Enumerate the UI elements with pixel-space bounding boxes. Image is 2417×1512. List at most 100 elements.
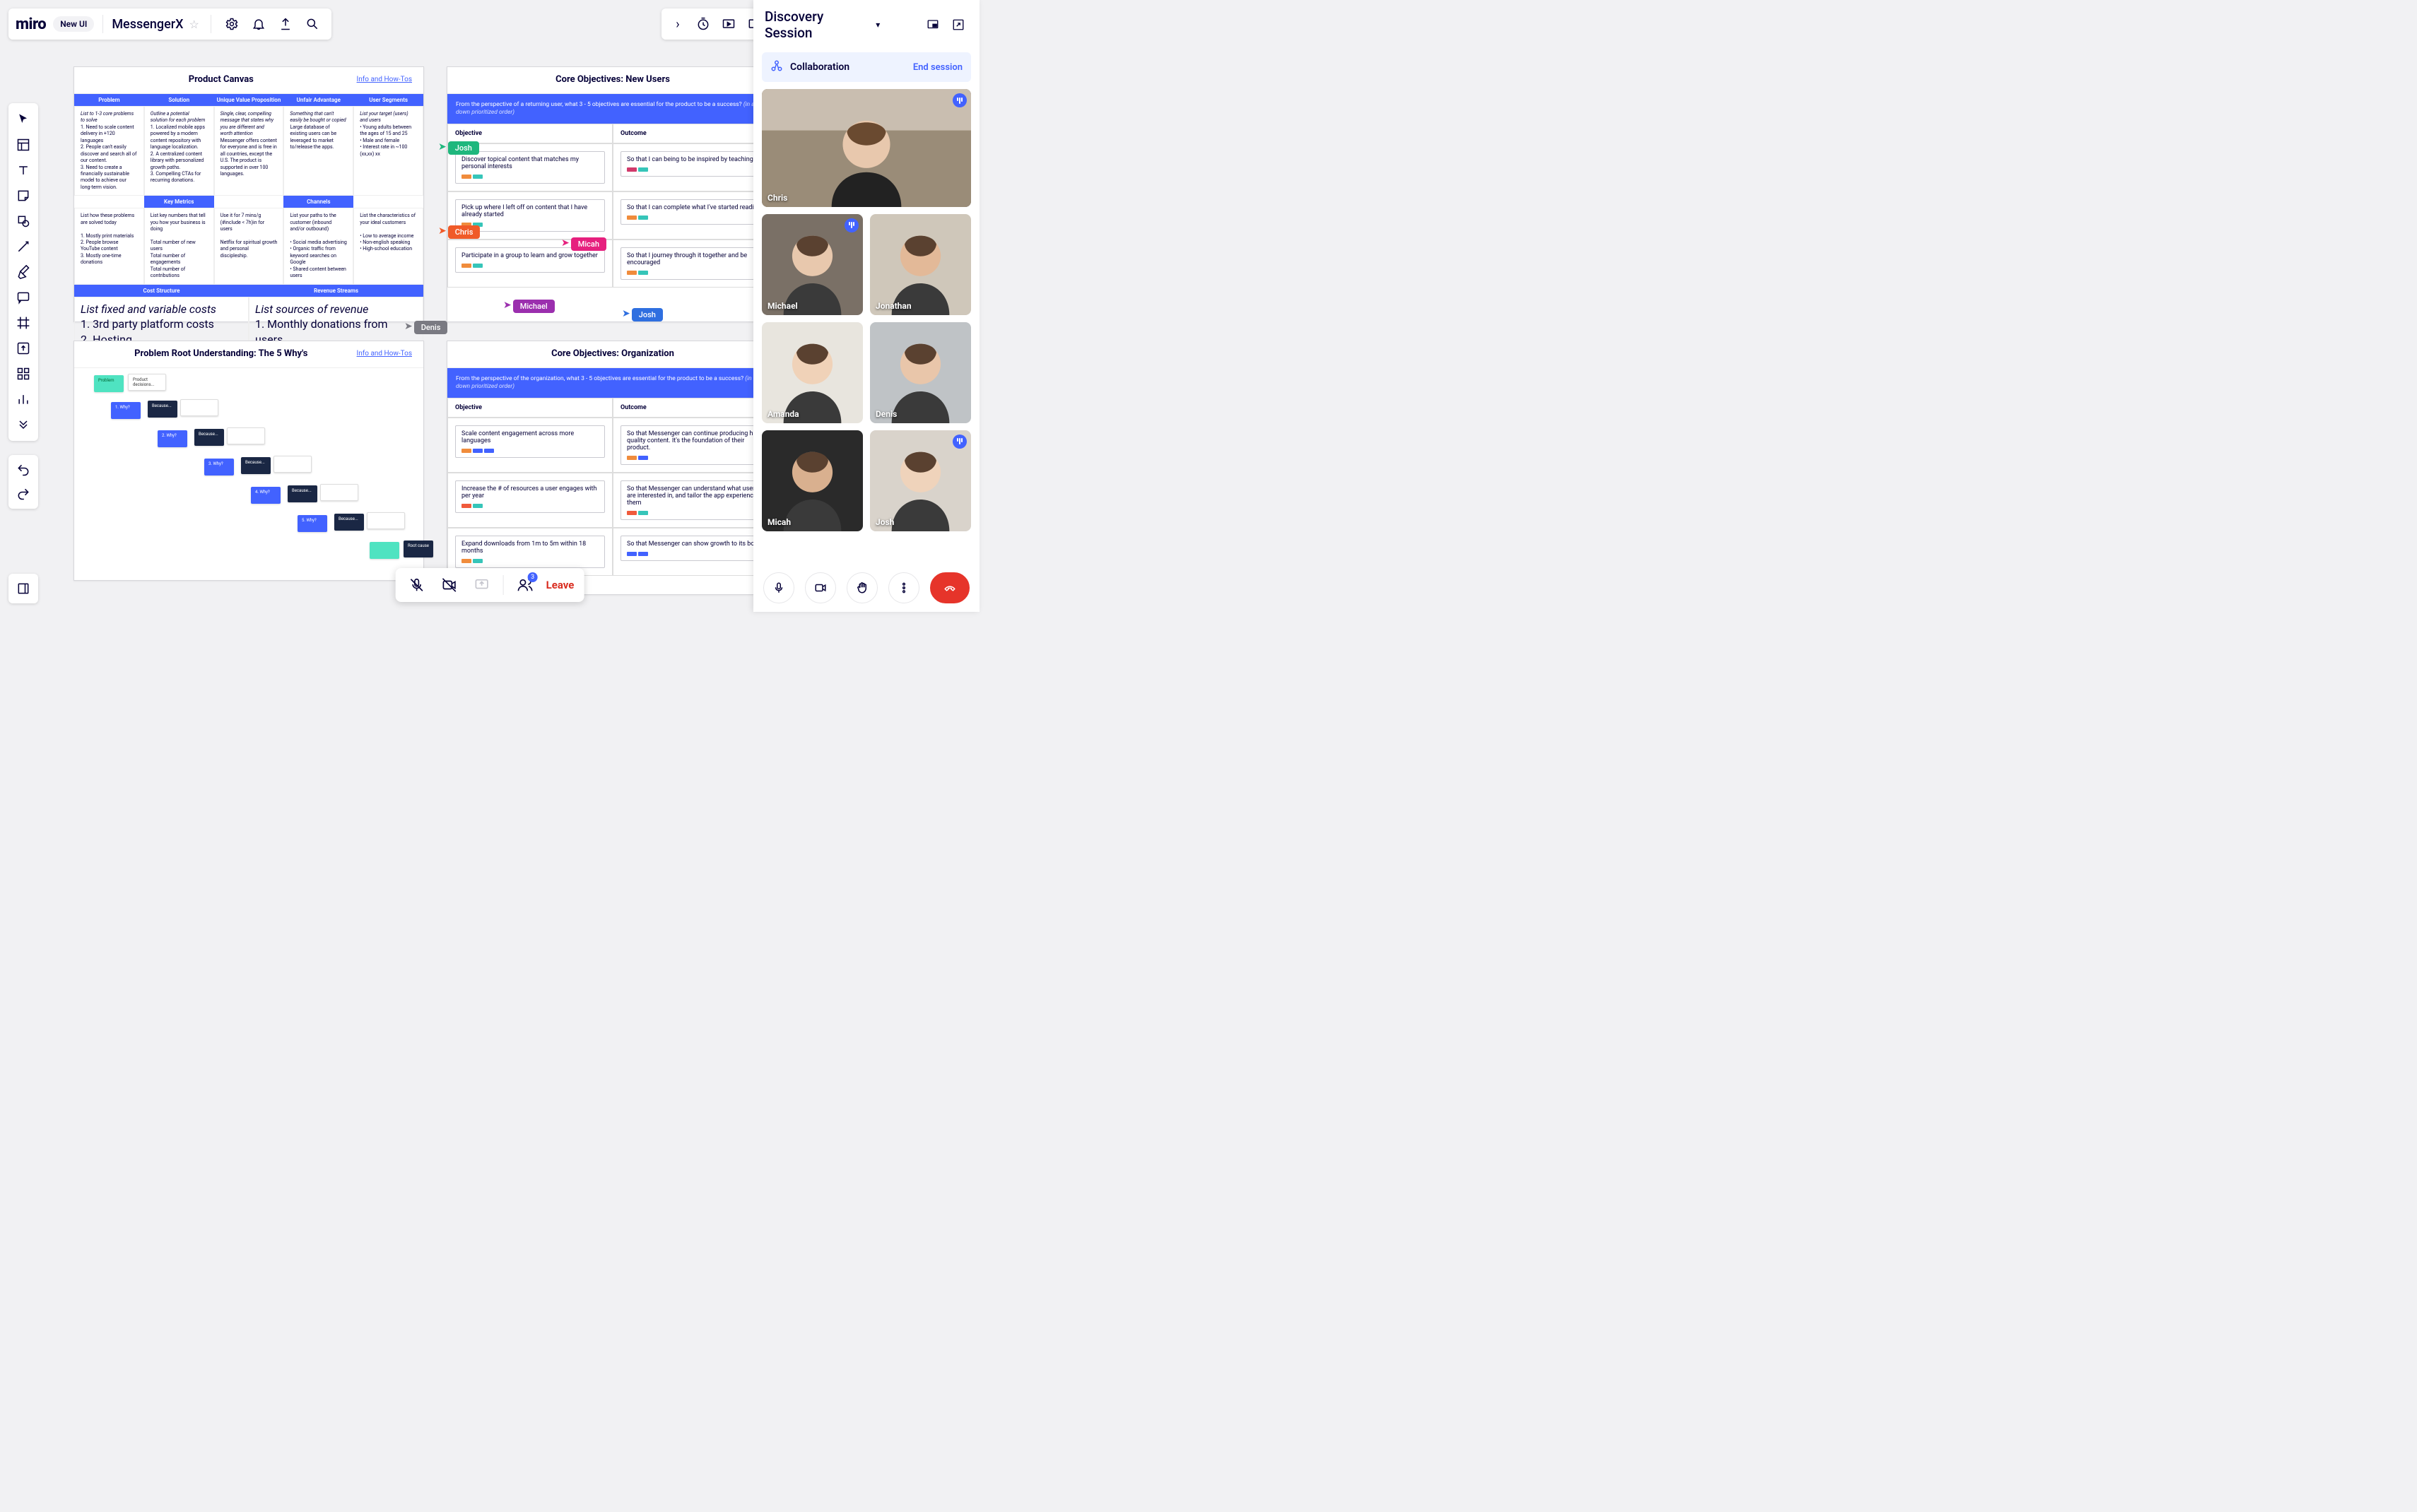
- templates-tool[interactable]: [11, 133, 35, 157]
- upload-tool[interactable]: [11, 336, 35, 360]
- why-box[interactable]: 2. Why?: [158, 430, 187, 447]
- why-box[interactable]: Because...: [148, 401, 177, 418]
- frame-objectives-org[interactable]: Core Objectives: Organization From the p…: [447, 341, 779, 595]
- board-canvas[interactable]: Product Canvas Info and How-Tos Problem …: [49, 49, 749, 612]
- divider: [503, 575, 504, 595]
- pen-tool[interactable]: [11, 260, 35, 284]
- video-name: Chris: [768, 193, 787, 203]
- video-tile[interactable]: Amanda: [762, 322, 863, 423]
- apps-tool[interactable]: [11, 362, 35, 386]
- why-box[interactable]: 1. Why?: [111, 402, 141, 419]
- mic-button[interactable]: [763, 572, 794, 603]
- bell-icon[interactable]: [247, 12, 271, 36]
- objectives-banner: From the perspective of the organization…: [447, 368, 778, 398]
- redo-button[interactable]: [11, 482, 35, 506]
- export-icon[interactable]: [274, 12, 298, 36]
- select-tool[interactable]: [11, 107, 35, 131]
- why-box[interactable]: [227, 427, 265, 444]
- why-box[interactable]: [367, 512, 405, 529]
- pip-icon[interactable]: [923, 15, 943, 35]
- chevron-right-icon[interactable]: ›: [666, 12, 690, 36]
- why-box[interactable]: Root cause: [404, 541, 433, 557]
- participants-icon[interactable]: 3: [514, 574, 536, 596]
- video-panel-header: Discovery Session ▾: [753, 0, 980, 49]
- undo-button[interactable]: [11, 458, 35, 482]
- divider: [102, 15, 103, 33]
- more-options-button[interactable]: [888, 572, 919, 603]
- map-toggle-button[interactable]: [8, 574, 38, 603]
- video-tile[interactable]: Michael: [762, 214, 863, 315]
- collaboration-icon: [770, 59, 783, 75]
- speaking-badge: [953, 435, 967, 449]
- board-title[interactable]: MessengerX: [112, 17, 183, 32]
- frame-tool[interactable]: [11, 311, 35, 335]
- sticky-tool[interactable]: [11, 184, 35, 208]
- shape-tool[interactable]: [11, 209, 35, 233]
- video-name: Micah: [768, 517, 791, 527]
- end-session-button[interactable]: End session: [913, 62, 963, 73]
- video-tile[interactable]: Denis: [870, 322, 971, 423]
- camera-button[interactable]: [805, 572, 836, 603]
- settings-icon[interactable]: [220, 12, 244, 36]
- topbar-left: miro New UI MessengerX ☆: [8, 8, 331, 40]
- why-box[interactable]: [180, 399, 218, 416]
- camera-off-icon[interactable]: [438, 574, 461, 596]
- screenshare-icon[interactable]: [471, 574, 493, 596]
- collaborator-cursor: ➤Denis: [403, 321, 447, 334]
- objective-cell[interactable]: Increase the # of resources a user engag…: [447, 473, 613, 528]
- why-box[interactable]: [320, 484, 358, 501]
- text-tool[interactable]: [11, 158, 35, 182]
- frame-product-canvas[interactable]: Product Canvas Info and How-Tos Problem …: [73, 66, 424, 322]
- video-name: Michael: [768, 301, 798, 311]
- video-name: Jonathan: [876, 301, 912, 311]
- line-tool[interactable]: [11, 235, 35, 259]
- why-box[interactable]: Because...: [241, 457, 271, 474]
- video-name: Amanda: [768, 409, 799, 419]
- collaboration-label: Collaboration: [790, 61, 906, 73]
- popout-icon[interactable]: [948, 15, 968, 35]
- chart-tool[interactable]: [11, 387, 35, 411]
- objective-cell[interactable]: Scale content engagement across more lan…: [447, 418, 613, 473]
- new-ui-pill[interactable]: New UI: [53, 16, 94, 32]
- why-box[interactable]: Problem: [94, 375, 124, 392]
- video-tile[interactable]: Micah: [762, 430, 863, 531]
- why-box[interactable]: 5. Why?: [298, 515, 327, 532]
- leave-button[interactable]: Leave: [546, 579, 575, 591]
- chevron-down-icon[interactable]: ▾: [876, 20, 880, 30]
- objectives-banner: From the perspective of a returning user…: [447, 94, 778, 124]
- video-tile-main[interactable]: Chris: [762, 89, 971, 207]
- video-tile[interactable]: Jonathan: [870, 214, 971, 315]
- info-link[interactable]: Info and How-Tos: [357, 76, 412, 83]
- star-icon[interactable]: ☆: [189, 18, 199, 31]
- presentation-icon[interactable]: [717, 12, 741, 36]
- miro-logo[interactable]: miro: [16, 16, 46, 33]
- frame-five-whys[interactable]: Problem Root Understanding: The 5 Why's …: [73, 341, 424, 581]
- five-whys-body[interactable]: ProblemProduct decisions... 1. Why? Becaus…: [74, 368, 423, 580]
- raise-hand-button[interactable]: [847, 572, 878, 603]
- frame-title: Core Objectives: New Users: [459, 74, 767, 85]
- why-box[interactable]: Because...: [194, 429, 224, 446]
- collaboration-banner: Collaboration End session: [762, 52, 971, 82]
- info-link[interactable]: Info and How-Tos: [357, 350, 412, 358]
- frame-objectives-users[interactable]: Core Objectives: New Users From the pers…: [447, 66, 779, 322]
- objectives-users-table: Objective Outcome Discover topical conte…: [447, 124, 778, 288]
- why-box[interactable]: 4. Why?: [251, 487, 281, 504]
- timer-icon[interactable]: [691, 12, 715, 36]
- why-box[interactable]: [274, 456, 312, 473]
- frame-title: Problem Root Understanding: The 5 Why's: [86, 348, 357, 359]
- more-tools[interactable]: [11, 413, 35, 437]
- why-box[interactable]: Because...: [334, 514, 364, 531]
- why-box[interactable]: Because...: [288, 485, 317, 502]
- why-box[interactable]: [370, 542, 399, 559]
- session-title[interactable]: Discovery Session: [765, 8, 870, 41]
- why-box[interactable]: Product decisions...: [128, 374, 166, 391]
- why-box[interactable]: 3. Why?: [204, 459, 234, 476]
- mic-muted-icon[interactable]: [406, 574, 428, 596]
- comment-tool[interactable]: [11, 285, 35, 309]
- collaborator-cursor: ➤Chris: [437, 225, 480, 239]
- video-controls: [753, 564, 980, 612]
- video-tile[interactable]: Josh: [870, 430, 971, 531]
- hangup-button[interactable]: [930, 572, 970, 603]
- search-icon[interactable]: [300, 12, 324, 36]
- collaborator-cursor: ➤Micah: [560, 237, 606, 251]
